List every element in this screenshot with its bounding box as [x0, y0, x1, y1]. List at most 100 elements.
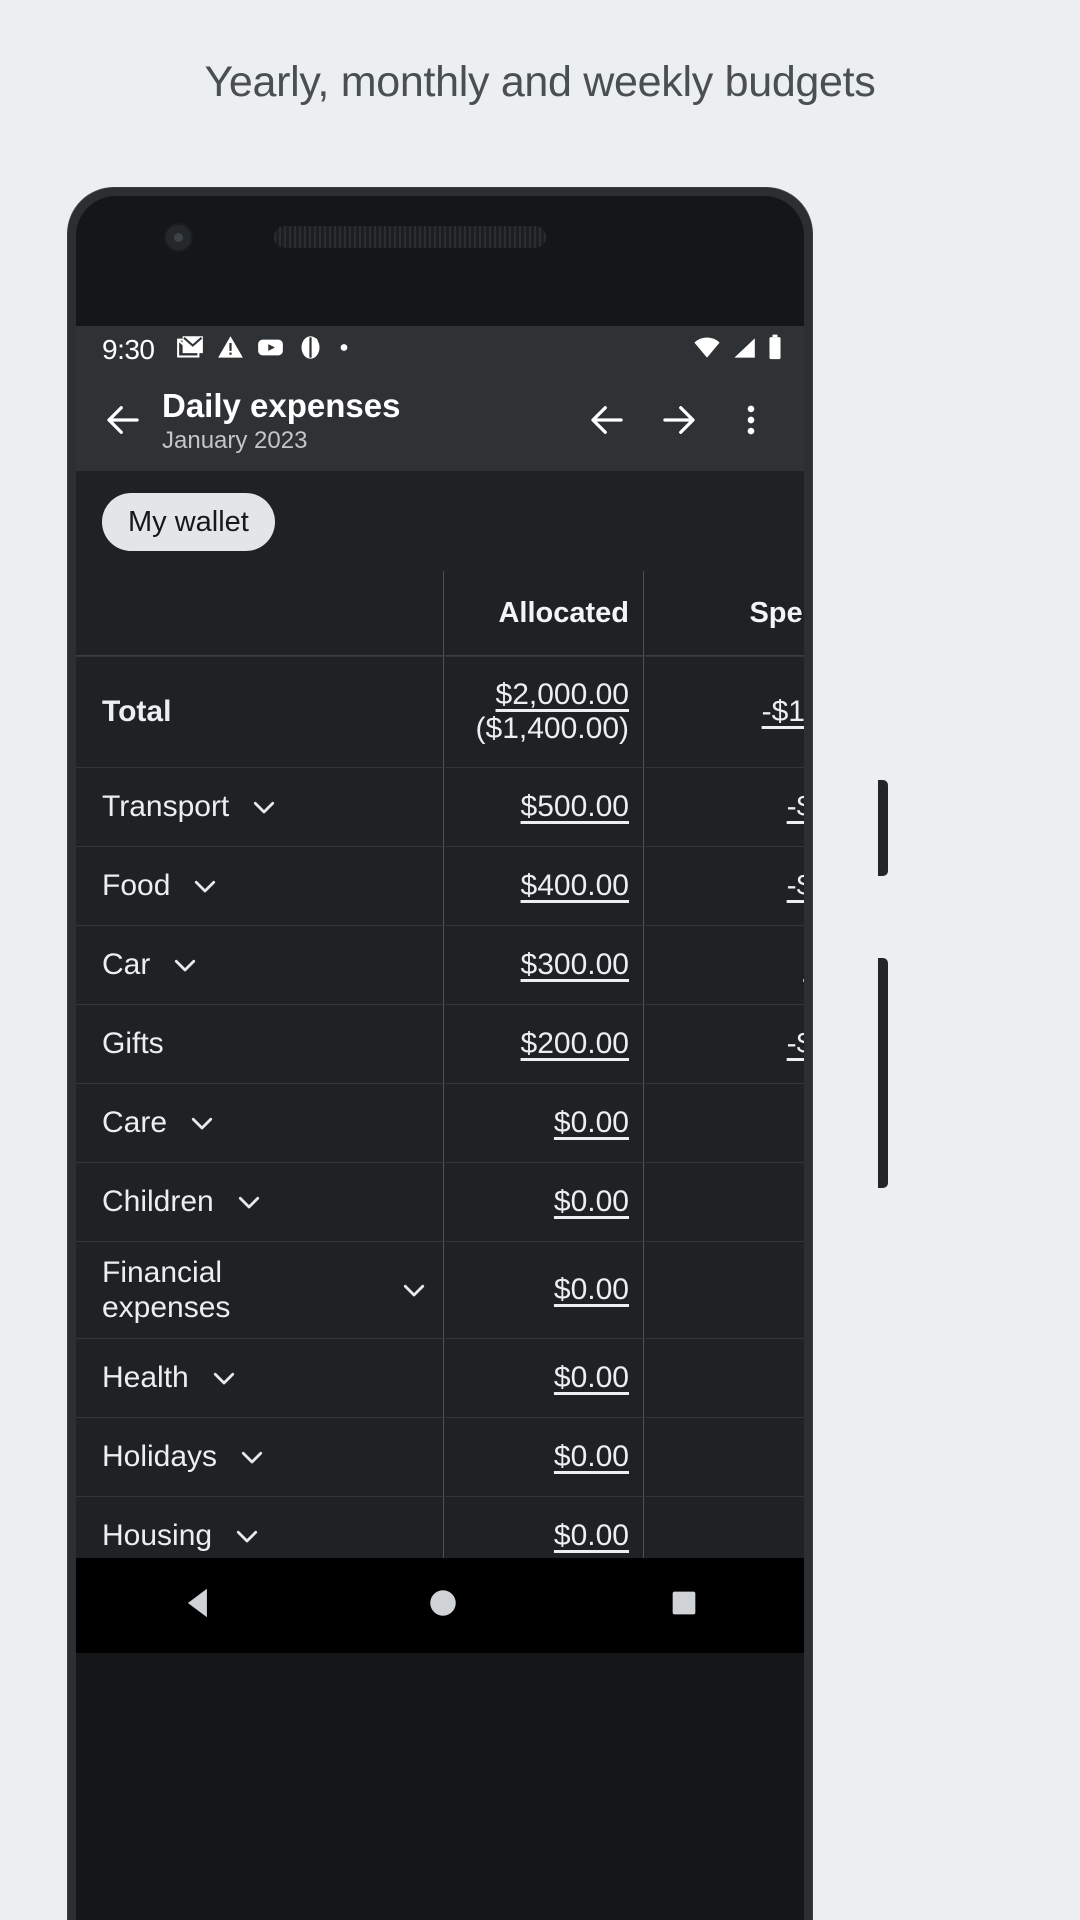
table-row[interactable]: Transport $500.00 -$2 — [76, 767, 804, 846]
table-row-total[interactable]: Total $2,000.00 ($1,400.00) -$1,3 — [76, 656, 804, 767]
nav-back-triangle-icon[interactable] — [180, 1584, 218, 1627]
table-row[interactable]: Children $0.00 — [76, 1162, 804, 1241]
row-category-cell[interactable]: Holidays — [76, 1418, 444, 1496]
table-header-cell-category — [76, 571, 444, 655]
table-header-cell-spent: Spent — [644, 571, 804, 655]
row-allocated-value: $0.00 — [554, 1185, 629, 1219]
page-title: Daily expenses — [162, 389, 578, 424]
chevron-down-icon[interactable] — [234, 1187, 264, 1217]
row-category-cell[interactable]: Care — [76, 1084, 444, 1162]
row-allocated-value: $0.00 — [554, 1361, 629, 1395]
table-row[interactable]: Car $300.00 -$ — [76, 925, 804, 1004]
phone-side-button-volume — [878, 780, 888, 876]
row-allocated-cell[interactable]: $0.00 — [444, 1242, 644, 1338]
dot-icon — [337, 334, 351, 366]
row-spent-cell[interactable] — [644, 1163, 804, 1241]
app-notification-icon — [297, 334, 324, 366]
row-allocated-cell[interactable]: $500.00 — [444, 768, 644, 846]
row-allocated-value: $0.00 — [554, 1273, 629, 1307]
row-allocated-cell[interactable]: $400.00 — [444, 847, 644, 925]
table-row[interactable]: Gifts $200.00 -$6 — [76, 1004, 804, 1083]
overflow-menu-button[interactable] — [722, 394, 780, 452]
status-bar-system-icons — [692, 334, 784, 366]
row-category-cell[interactable]: Transport — [76, 768, 444, 846]
row-spent-cell[interactable] — [644, 1339, 804, 1417]
row-allocated-cell[interactable]: $0.00 — [444, 1418, 644, 1496]
row-allocated-cell[interactable]: $0.00 — [444, 1497, 644, 1558]
row-spent-cell[interactable]: -$ — [644, 926, 804, 1004]
youtube-icon — [257, 334, 284, 366]
phone-top-bezel — [76, 196, 804, 326]
row-spent-cell[interactable]: -$2 — [644, 847, 804, 925]
table-row[interactable]: Care $0.00 — [76, 1083, 804, 1162]
gmail-icon — [177, 334, 204, 366]
total-allocated-remaining: ($1,400.00) — [476, 712, 629, 746]
row-category-label: Care — [102, 1105, 167, 1140]
chevron-down-icon[interactable] — [190, 871, 220, 901]
chevron-down-icon[interactable] — [209, 1363, 239, 1393]
chevron-down-icon[interactable] — [237, 1442, 267, 1472]
page-subtitle: January 2023 — [162, 426, 578, 456]
status-bar-clock: 9:30 — [102, 334, 155, 366]
status-bar-notification-icons — [177, 334, 351, 366]
row-category-label: Car — [102, 947, 150, 982]
row-allocated-value: $0.00 — [554, 1106, 629, 1140]
row-allocated-cell[interactable]: $0.00 — [444, 1163, 644, 1241]
row-allocated-value: $500.00 — [521, 790, 629, 824]
row-allocated-cell[interactable]: $0.00 — [444, 1339, 644, 1417]
phone-screen-container: 9:30 — [76, 196, 804, 1920]
row-allocated-cell[interactable]: $300.00 — [444, 926, 644, 1004]
more-vert-icon — [736, 401, 766, 444]
app-bar: Daily expenses January 2023 — [76, 374, 804, 471]
row-category-cell[interactable]: Children — [76, 1163, 444, 1241]
chevron-down-icon[interactable] — [170, 950, 200, 980]
chevron-down-icon[interactable] — [399, 1275, 429, 1305]
wifi-icon — [692, 336, 722, 365]
row-spent-cell[interactable] — [644, 1242, 804, 1338]
row-category-cell[interactable]: Food — [76, 847, 444, 925]
previous-period-button[interactable] — [578, 394, 636, 452]
wallet-chip-row: My wallet — [76, 471, 804, 571]
row-spent-cell[interactable] — [644, 1084, 804, 1162]
table-row[interactable]: Financial expenses $0.00 — [76, 1241, 804, 1338]
cellular-signal-icon — [730, 336, 758, 365]
row-spent-cell[interactable]: -$2 — [644, 768, 804, 846]
warning-icon — [217, 334, 244, 366]
row-spent-cell[interactable] — [644, 1497, 804, 1558]
row-category-cell[interactable]: Health — [76, 1339, 444, 1417]
row-allocated-cell[interactable]: $0.00 — [444, 1084, 644, 1162]
row-allocated-value: $0.00 — [554, 1440, 629, 1474]
table-row[interactable]: Holidays $0.00 — [76, 1417, 804, 1496]
row-spent-cell[interactable] — [644, 1418, 804, 1496]
table-row[interactable]: Food $400.00 -$2 — [76, 846, 804, 925]
total-allocated-cell[interactable]: $2,000.00 ($1,400.00) — [444, 657, 644, 767]
row-allocated-value: $200.00 — [521, 1027, 629, 1061]
table-row[interactable]: Health $0.00 — [76, 1338, 804, 1417]
row-allocated-cell[interactable]: $200.00 — [444, 1005, 644, 1083]
total-spent-cell[interactable]: -$1,3 — [644, 657, 804, 767]
chevron-down-icon[interactable] — [249, 792, 279, 822]
total-spent-value: -$1,3 — [762, 695, 804, 729]
chevron-down-icon[interactable] — [232, 1521, 262, 1551]
row-category-label: Transport — [102, 789, 229, 824]
row-allocated-value: $0.00 — [554, 1519, 629, 1553]
back-button[interactable] — [94, 394, 152, 452]
nav-home-circle-icon[interactable] — [426, 1586, 460, 1625]
row-spent-cell[interactable]: -$6 — [644, 1005, 804, 1083]
table-header-row: Allocated Spent — [76, 571, 804, 656]
budget-table: Allocated Spent Total $2,000.00 ($1,400.… — [76, 571, 804, 1558]
row-spent-value: -$6 — [787, 1027, 804, 1061]
row-category-label: Housing — [102, 1518, 212, 1553]
row-category-cell[interactable]: Financial expenses — [76, 1242, 444, 1338]
row-category-cell[interactable]: Gifts — [76, 1005, 444, 1083]
wallet-chip[interactable]: My wallet — [102, 493, 275, 551]
table-row[interactable]: Housing $0.00 — [76, 1496, 804, 1558]
total-label-cell: Total — [76, 657, 444, 767]
next-period-button[interactable] — [650, 394, 708, 452]
nav-recents-square-icon[interactable] — [668, 1587, 700, 1624]
row-category-cell[interactable]: Housing — [76, 1497, 444, 1558]
row-category-label: Gifts — [102, 1026, 164, 1061]
row-category-cell[interactable]: Car — [76, 926, 444, 1004]
chevron-down-icon[interactable] — [187, 1108, 217, 1138]
row-spent-value: -$ — [803, 948, 804, 982]
